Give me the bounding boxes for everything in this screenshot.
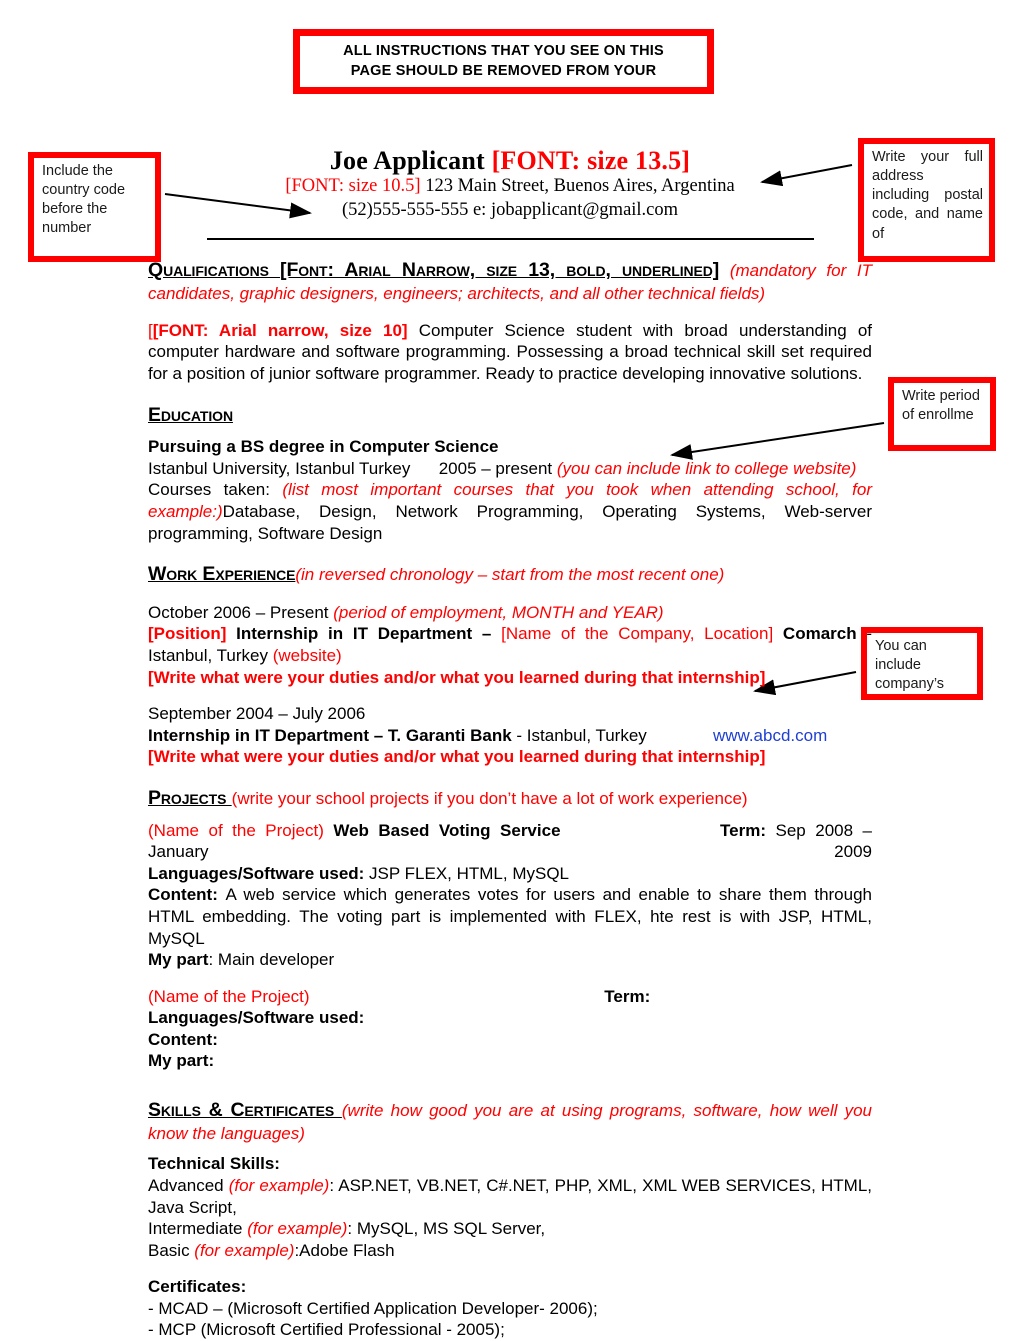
project-1-mypart-value: : Main developer [208, 950, 335, 970]
project-1-name-line: (Name of the Project) Web Based Voting S… [148, 820, 872, 863]
project-1-name-note: (Name of the Project) [148, 820, 334, 840]
work-job-2-position: Internship in IT Department – T. Garanti… [148, 725, 512, 745]
section-qualifications: Qualifications [Font: Arial Narrow, size… [148, 258, 872, 384]
project-1-languages-value: JSP FLEX, HTML, MySQL [369, 863, 570, 883]
project-1-mypart-label: My part [148, 950, 209, 970]
section-skills-certificates: Skills & Certificates (write how good yo… [148, 1098, 872, 1341]
skill-level-advanced-note: (for example) [228, 1175, 330, 1195]
skill-level-advanced: Advanced (for example): ASP.NET, VB.NET,… [148, 1175, 872, 1218]
contact-address-line: [FONT: size 10.5] 123 Main Street, Bueno… [148, 175, 872, 199]
education-dates: 2005 – present [438, 458, 553, 478]
skill-level-basic-note: (for example) [194, 1240, 295, 1260]
education-degree: Pursuing a BS degree in Computer Science [148, 437, 499, 457]
certificate-item-2: - MCP (Microsoft Certified Professional … [148, 1320, 505, 1340]
project-2-mypart-label: My part: [148, 1051, 215, 1071]
project-2-name-note: (Name of the Project) [148, 986, 310, 1006]
work-job-2-position-line: Internship in IT Department – T. Garanti… [148, 725, 872, 747]
projects-heading-note: (write your school projects if you don’t… [231, 788, 748, 808]
skill-level-intermediate-note: (for example) [247, 1219, 348, 1239]
project-2-languages-label: Languages/Software used: [148, 1008, 365, 1028]
qualifications-body-font-note: [FONT: Arial narrow, size 10] [152, 320, 408, 340]
education-heading-line: Education [148, 403, 872, 428]
certificate-item-1: - MCAD – (Microsoft Certified Applicatio… [148, 1298, 598, 1318]
project-1-content-value: A web service which generates votes for … [148, 885, 872, 948]
work-job-1-duties: [Write what were your duties and/or what… [148, 667, 766, 687]
work-job-2: September 2004 – July 2006 Internship in… [148, 703, 872, 768]
project-2: (Name of the Project) Term: Languages/So… [148, 986, 872, 1072]
technical-skills-label: Technical Skills: [148, 1154, 280, 1174]
resume-body: Joe Applicant [FONT: size 13.5] [FONT: s… [148, 146, 872, 1341]
project-1-term-label: Term: [720, 820, 767, 840]
skills-heading: Skills & Certificates [148, 1099, 342, 1122]
education-courses-value: Database, Design, Network Programming, O… [148, 502, 872, 543]
work-job-1-company-tag: [Name of the Company, Location] [501, 624, 783, 644]
work-heading: Work Experience [148, 563, 296, 586]
education-school-line: Istanbul University, Istanbul Turkey 200… [148, 458, 872, 480]
section-education: Education Pursuing a BS degree in Comput… [148, 403, 872, 545]
education-heading: Education [148, 403, 233, 426]
education-school: Istanbul University, Istanbul Turkey [148, 458, 411, 478]
qualifications-heading: Qualifications [148, 259, 281, 282]
project-1: (Name of the Project) Web Based Voting S… [148, 820, 872, 971]
work-job-1-dates: October 2006 – Present [148, 602, 334, 622]
project-2-content-label: Content: [148, 1029, 218, 1049]
education-courses-line: Courses taken: (list most important cour… [148, 479, 872, 544]
project-1-languages-label: Languages/Software used: [148, 863, 370, 883]
header-divider [206, 238, 814, 241]
qualifications-body: [[FONT: Arial narrow, size 10] Computer … [148, 320, 872, 385]
applicant-name: Joe Applicant [329, 146, 492, 175]
work-job-1-website-note: (website) [272, 646, 342, 666]
work-job-2-location: - Istanbul, Turkey [511, 725, 647, 745]
contact-phone-email-line: (52)555-555-555 e: jobapplicant@gmail.co… [148, 199, 872, 223]
qualifications-heading-font-note: [Font: Arial Narrow, size 13, bold, unde… [280, 259, 720, 282]
certificates-label: Certificates: [148, 1277, 247, 1297]
work-job-1-company: Comarch [782, 624, 857, 644]
contact-font-note: [FONT: size 10.5] [285, 176, 421, 197]
work-job-1-position-tag: [Position] [148, 624, 237, 644]
work-job-1: October 2006 – Present (period of employ… [148, 602, 872, 688]
skill-level-basic-label: Basic [148, 1240, 195, 1260]
qualifications-heading-line: Qualifications [Font: Arial Narrow, size… [148, 258, 872, 304]
skill-level-advanced-label: Advanced [148, 1175, 229, 1195]
skill-level-basic: Basic (for example):Adobe Flash [148, 1240, 872, 1262]
contact-address: 123 Main Street, Buenos Aires, Argentina [420, 176, 735, 197]
work-job-2-dates: September 2004 – July 2006 [148, 704, 366, 724]
section-projects: Projects (write your school projects if … [148, 786, 872, 1072]
project-1-content-label: Content: [148, 885, 226, 905]
project-2-name-line: (Name of the Project) Term: [148, 986, 872, 1008]
project-1-content-line: Content: A web service which generates v… [148, 884, 872, 949]
work-job-2-website[interactable]: www.abcd.com [713, 726, 827, 745]
work-job-2-duties: [Write what were your duties and/or what… [148, 747, 766, 767]
contact-phone-email: (52)555-555-555 e: jobapplicant@gmail.co… [341, 199, 679, 220]
work-job-1-position: Internship in IT Department – [236, 624, 502, 644]
skill-level-intermediate-label: Intermediate [148, 1219, 248, 1239]
projects-heading-line: Projects (write your school projects if … [148, 786, 872, 811]
applicant-name-line: Joe Applicant [FONT: size 13.5] [148, 146, 872, 175]
projects-heading: Projects [148, 786, 232, 809]
skill-level-intermediate-value: : MySQL, MS SQL Server, [347, 1219, 546, 1239]
name-font-note: [FONT: size 13.5] [491, 146, 691, 175]
education-school-note: (you can include link to college website… [556, 458, 857, 478]
work-job-1-position-line: [Position] Internship in IT Department –… [148, 623, 872, 666]
work-heading-note: (in reversed chronology – start from the… [295, 565, 725, 585]
work-job-1-dates-note: (period of employment, MONTH and YEAR) [333, 602, 664, 622]
resume-template-page: ALL INSTRUCTIONS THAT YOU SEE ON THIS PA… [0, 0, 1020, 1339]
project-1-languages-line: Languages/Software used: JSP FLEX, HTML,… [148, 863, 872, 885]
skills-heading-line: Skills & Certificates (write how good yo… [148, 1098, 872, 1144]
skill-level-intermediate: Intermediate (for example): MySQL, MS SQ… [148, 1218, 872, 1240]
work-heading-line: Work Experience(in reversed chronology –… [148, 562, 872, 587]
project-2-term-label: Term: [604, 986, 651, 1006]
skill-level-basic-value: :Adobe Flash [294, 1240, 395, 1260]
project-1-name: Web Based Voting Service [333, 820, 561, 840]
work-job-1-dates-line: October 2006 – Present (period of employ… [148, 602, 872, 624]
section-work-experience: Work Experience(in reversed chronology –… [148, 562, 872, 768]
project-1-mypart-line: My part: Main developer [148, 949, 872, 971]
education-courses-label: Courses taken: [148, 480, 283, 500]
